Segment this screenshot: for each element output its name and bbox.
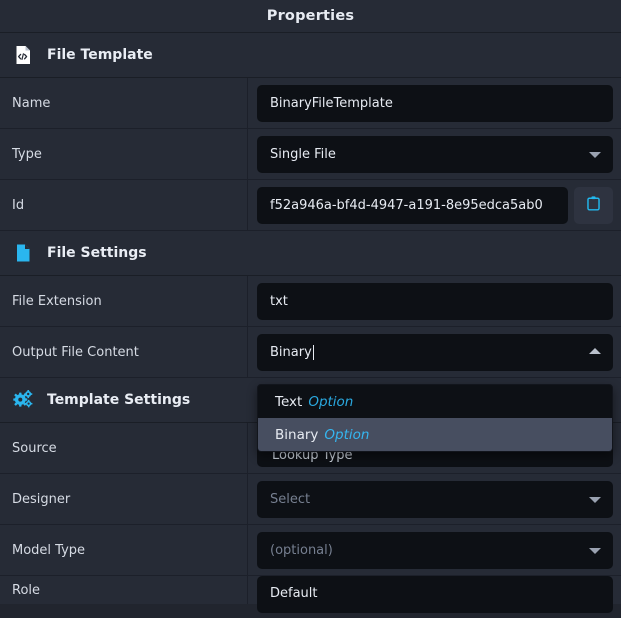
- file-code-icon: [12, 44, 34, 66]
- label-output-file-content: Output File Content: [0, 327, 248, 377]
- label-id: Id: [0, 180, 248, 230]
- file-extension-input[interactable]: txt: [257, 282, 613, 320]
- output-file-content-value: Binary: [270, 344, 312, 360]
- field-role: Default: [248, 576, 621, 613]
- field-id: f52a946a-bf4d-4947-a191-8e95edca5ab0: [248, 180, 621, 230]
- label-source: Source: [0, 423, 248, 473]
- row-model-type: Model Type (optional): [0, 525, 621, 576]
- dropdown-option-text-label: Text: [275, 393, 303, 410]
- designer-select[interactable]: Select: [257, 480, 613, 518]
- row-name: Name BinaryFileTemplate: [0, 78, 621, 129]
- field-model-type: (optional): [248, 525, 621, 575]
- section-rows-file-template: Name BinaryFileTemplate Type Single File…: [0, 78, 621, 231]
- chevron-down-icon[interactable]: [589, 497, 601, 503]
- output-file-content-combobox[interactable]: Binary: [257, 333, 613, 371]
- text-caret: [312, 344, 314, 360]
- role-input[interactable]: Default: [257, 576, 613, 613]
- field-type: Single File: [248, 129, 621, 179]
- page-title: Properties: [266, 8, 355, 24]
- section-title-template-settings: Template Settings: [47, 392, 191, 408]
- section-header-file-settings: File Settings: [0, 231, 621, 276]
- field-file-extension: txt: [248, 276, 621, 326]
- section-title-file-settings: File Settings: [47, 245, 147, 261]
- row-designer: Designer Select: [0, 474, 621, 525]
- designer-select-value: Select: [270, 491, 311, 507]
- label-model-type: Model Type: [0, 525, 248, 575]
- section-title-file-template: File Template: [47, 47, 153, 63]
- dropdown-option-text[interactable]: Text Option: [258, 385, 612, 418]
- dropdown-option-text-kind: Option: [308, 393, 354, 410]
- output-file-content-dropdown: Text Option Binary Option: [257, 384, 613, 452]
- dropdown-option-binary-kind: Option: [324, 426, 370, 443]
- label-designer: Designer: [0, 474, 248, 524]
- model-type-select[interactable]: (optional): [257, 531, 613, 569]
- field-designer: Select: [248, 474, 621, 524]
- name-input[interactable]: BinaryFileTemplate: [257, 84, 613, 122]
- row-role: Role Default: [0, 576, 621, 613]
- dropdown-option-binary[interactable]: Binary Option: [258, 418, 612, 451]
- chevron-down-icon[interactable]: [589, 548, 601, 554]
- section-rows-file-settings: File Extension txt Output File Content B…: [0, 276, 621, 378]
- label-file-extension: File Extension: [0, 276, 248, 326]
- model-type-select-value: (optional): [270, 542, 333, 558]
- id-input[interactable]: f52a946a-bf4d-4947-a191-8e95edca5ab0: [257, 186, 568, 224]
- type-select[interactable]: Single File: [257, 135, 613, 173]
- type-select-value: Single File: [270, 146, 336, 162]
- field-output-file-content: Binary: [248, 327, 621, 377]
- file-icon: [12, 242, 34, 264]
- row-id: Id f52a946a-bf4d-4947-a191-8e95edca5ab0: [0, 180, 621, 231]
- dropdown-option-binary-label: Binary: [275, 426, 319, 443]
- row-file-extension: File Extension txt: [0, 276, 621, 327]
- chevron-up-icon[interactable]: [589, 348, 601, 354]
- gears-icon: [12, 389, 34, 411]
- label-name: Name: [0, 78, 248, 128]
- properties-panel: Properties File Template Name BinaryFile…: [0, 0, 621, 618]
- chevron-down-icon[interactable]: [589, 152, 601, 158]
- row-type: Type Single File: [0, 129, 621, 180]
- label-type: Type: [0, 129, 248, 179]
- copy-id-button[interactable]: [574, 186, 613, 224]
- label-role: Role: [0, 576, 248, 604]
- row-output-file-content: Output File Content Binary: [0, 327, 621, 378]
- section-header-file-template: File Template: [0, 33, 621, 78]
- clipboard-icon: [585, 195, 602, 216]
- field-name: BinaryFileTemplate: [248, 78, 621, 128]
- panel-title-bar: Properties: [0, 0, 621, 33]
